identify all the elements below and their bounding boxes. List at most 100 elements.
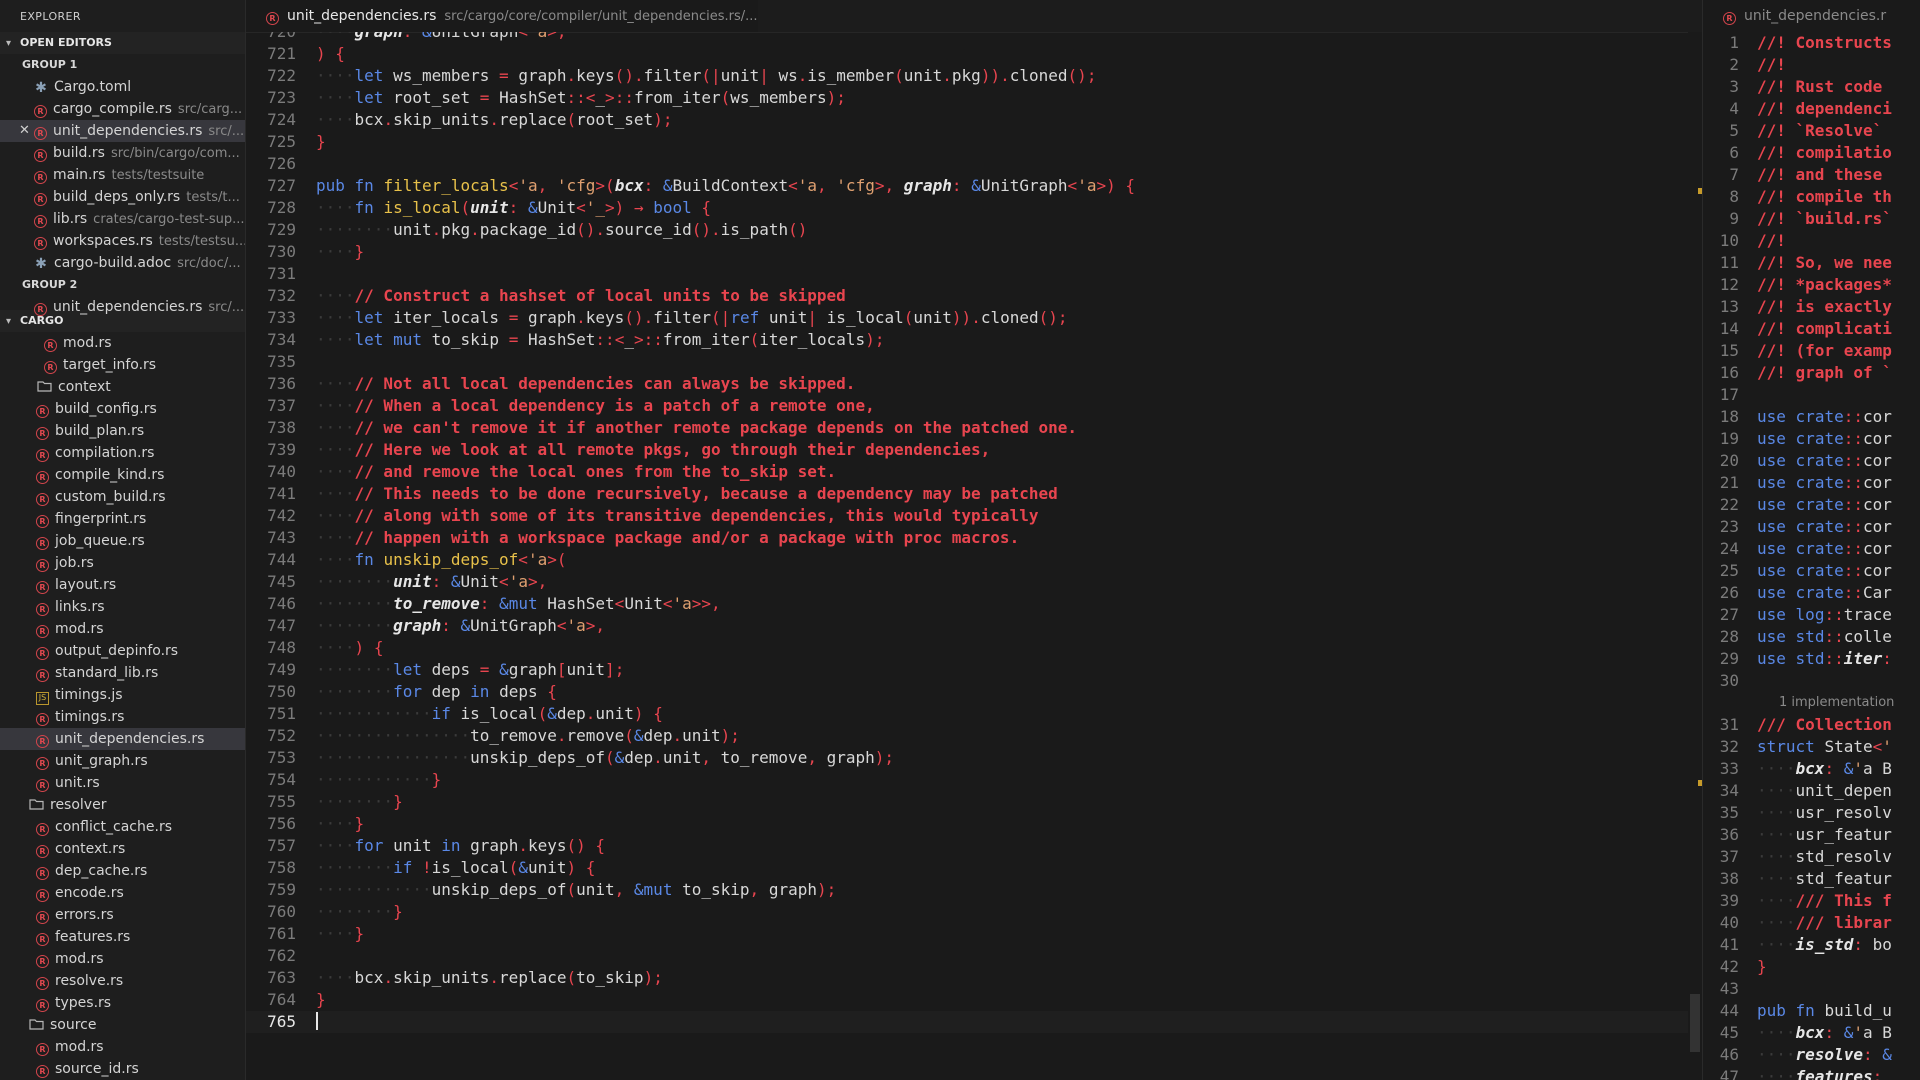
open-editor-item[interactable]: Rbuild.rs src/bin/cargo/com...	[0, 142, 245, 164]
code-line[interactable]: 764}	[246, 989, 1702, 1011]
code-line[interactable]: 9 //! `build.rs`	[1703, 208, 1920, 230]
code-line[interactable]: 42}	[1703, 956, 1920, 978]
tree-item[interactable]: Rcontext.rs	[0, 838, 245, 860]
code-line[interactable]: 30	[1703, 670, 1920, 692]
code-line[interactable]: 732 ····// Construct a hashset of local u…	[246, 285, 1702, 307]
code-line[interactable]: 727 pub fn filter_locals<'a, 'cfg>(bcx: &…	[246, 175, 1702, 197]
code-line[interactable]: 7 //! and these	[1703, 164, 1920, 186]
code-line[interactable]: 722 ····let ws_members = graph.keys().fil…	[246, 65, 1702, 87]
tree-item[interactable]: Rdep_cache.rs	[0, 860, 245, 882]
tree-item[interactable]: Rlinks.rs	[0, 596, 245, 618]
code-line[interactable]: 43	[1703, 978, 1920, 1000]
code-line[interactable]: 40 ····/// librar	[1703, 912, 1920, 934]
code-line[interactable]: 729 ········unit.pkg.package_id().source_…	[246, 219, 1702, 241]
tree-item[interactable]: context	[0, 376, 245, 398]
code-line[interactable]: 1 //! Constructs	[1703, 32, 1920, 54]
code-line[interactable]: 723 ····let root_set = HashSet::<_>::from…	[246, 87, 1702, 109]
code-line[interactable]: 8 //! compile th	[1703, 186, 1920, 208]
code-line[interactable]: 34 ····unit_depen	[1703, 780, 1920, 802]
code-line[interactable]: 12 //! *packages*	[1703, 274, 1920, 296]
code-line[interactable]: 24 use crate::cor	[1703, 538, 1920, 560]
code-line[interactable]: 26 use crate::Car	[1703, 582, 1920, 604]
code-line[interactable]: 45 ····bcx: &'a B	[1703, 1022, 1920, 1044]
open-editor-item[interactable]: Rlib.rs crates/cargo-test-sup...	[0, 208, 245, 230]
code-line[interactable]: 41 ····is_std: bo	[1703, 934, 1920, 956]
tree-item[interactable]: source	[0, 1014, 245, 1036]
code-line[interactable]: 23 use crate::cor	[1703, 516, 1920, 538]
code-line[interactable]: 16 //! graph of `	[1703, 362, 1920, 384]
code-line[interactable]: 22 use crate::cor	[1703, 494, 1920, 516]
code-line[interactable]: 32 struct State<'	[1703, 736, 1920, 758]
tree-item[interactable]: Rtarget_info.rs	[0, 354, 245, 376]
code-line[interactable]: 31 /// Collection	[1703, 714, 1920, 736]
tree-item[interactable]: Runit_dependencies.rs	[0, 728, 245, 750]
tree-item[interactable]: Rmod.rs	[0, 618, 245, 640]
close-icon[interactable]: ✕	[19, 120, 30, 142]
code-line[interactable]: 720····graph: &UnitGraph<'a>,	[246, 32, 1702, 43]
code-line[interactable]: 6 //! compilatio	[1703, 142, 1920, 164]
tree-item[interactable]: Rsource_id.rs	[0, 1058, 245, 1080]
tree-item[interactable]: Rfeatures.rs	[0, 926, 245, 948]
code-line[interactable]: 735	[246, 351, 1702, 373]
open-editor-item[interactable]: Rbuild_deps_only.rs tests/t...	[0, 186, 245, 208]
code-line[interactable]: 721) {	[246, 43, 1702, 65]
tree-item[interactable]: Runit.rs	[0, 772, 245, 794]
code-line[interactable]: 761 ····}	[246, 923, 1702, 945]
open-editor-item[interactable]: ✱ cargo-build.adoc src/doc/...	[0, 252, 245, 274]
tree-item[interactable]: Rbuild_plan.rs	[0, 420, 245, 442]
code-line[interactable]: 743 ····// happen with a workspace packag…	[246, 527, 1702, 549]
code-line[interactable]: 4 //! dependenci	[1703, 98, 1920, 120]
code-line[interactable]: 37 ····std_resolv	[1703, 846, 1920, 868]
code-line[interactable]: 38 ····std_featur	[1703, 868, 1920, 890]
tree-item[interactable]: Rcustom_build.rs	[0, 486, 245, 508]
scrollbar[interactable]	[1688, 32, 1702, 1080]
open-editor-item[interactable]: Rcargo_compile.rs src/carg...	[0, 98, 245, 120]
code-line[interactable]: 11 //! So, we nee	[1703, 252, 1920, 274]
tree-item[interactable]: Rtypes.rs	[0, 992, 245, 1014]
code-line[interactable]: 726	[246, 153, 1702, 175]
code-line[interactable]: 13 //! is exactly	[1703, 296, 1920, 318]
tree-item[interactable]: Rconflict_cache.rs	[0, 816, 245, 838]
code-line[interactable]: 745 ········unit: &Unit<'a>,	[246, 571, 1702, 593]
code-line[interactable]: 35 ····usr_resolv	[1703, 802, 1920, 824]
tree-item[interactable]: resolver	[0, 794, 245, 816]
code-line[interactable]: 748 ····) {	[246, 637, 1702, 659]
code-line[interactable]: 17	[1703, 384, 1920, 406]
code-line[interactable]: 740 ····// and remove the local ones from…	[246, 461, 1702, 483]
tree-item[interactable]: Rmod.rs	[0, 332, 245, 354]
code-line[interactable]: 725}	[246, 131, 1702, 153]
open-editor-item[interactable]: ✕ Runit_dependencies.rs src/...	[0, 120, 245, 142]
tree-item[interactable]: Runit_graph.rs	[0, 750, 245, 772]
code-line[interactable]: 752 ················to_remove. remove(&dep…	[246, 725, 1702, 747]
code-line[interactable]: 10 //!	[1703, 230, 1920, 252]
code-line[interactable]: 39 ····/// This f	[1703, 890, 1920, 912]
code-line[interactable]: 728 ····fn is_local(unit: &Unit<'_>) → bo…	[246, 197, 1702, 219]
tree-item[interactable]: Rtimings.rs	[0, 706, 245, 728]
code-line[interactable]: 733 ····let iter_locals = graph.keys().fi…	[246, 307, 1702, 329]
tree-item[interactable]: Rencode.rs	[0, 882, 245, 904]
open-editor-item[interactable]: ✱ Cargo.toml	[0, 76, 245, 98]
tree-item[interactable]: JS timings.js	[0, 684, 245, 706]
code-line[interactable]: 754 ············}	[246, 769, 1702, 791]
code-line[interactable]: 731	[246, 263, 1702, 285]
code-line[interactable]: 737 ····// When a local dependency is a p…	[246, 395, 1702, 417]
tree-item[interactable]: Rjob.rs	[0, 552, 245, 574]
code-line[interactable]: 46 ····resolve: &	[1703, 1044, 1920, 1066]
code-line[interactable]: 758 ········if !is_local(&unit) {	[246, 857, 1702, 879]
open-editor-item[interactable]: Rworkspaces.rs tests/testsu...	[0, 230, 245, 252]
tree-item[interactable]: Rerrors.rs	[0, 904, 245, 926]
tree-item[interactable]: Routput_depinfo.rs	[0, 640, 245, 662]
code-line[interactable]: 730 ····}	[246, 241, 1702, 263]
side-editor[interactable]: Runit_dependencies.r 1 //! Constructs 2 //!…	[1702, 0, 1920, 1080]
editor-tab-active[interactable]: Runit_dependencies.rs src/cargo/core/comp…	[246, 0, 758, 32]
code-area[interactable]: 720····graph: &UnitGraph<'a>,721) {722··…	[246, 32, 1702, 1080]
code-line[interactable]: 757 ····for unit in graph.keys() {	[246, 835, 1702, 857]
open-editor-item[interactable]: Rmain.rs tests/testsuite	[0, 164, 245, 186]
code-line[interactable]: 47 ····features:	[1703, 1066, 1920, 1080]
side-editor-tab[interactable]: Runit_dependencies.r	[1703, 0, 1920, 32]
code-line[interactable]: 750 ········for dep in deps {	[246, 681, 1702, 703]
code-line[interactable]: 760 ········}	[246, 901, 1702, 923]
code-line[interactable]: 762	[246, 945, 1702, 967]
code-line[interactable]: 19 use crate::cor	[1703, 428, 1920, 450]
tree-item[interactable]: Rcompilation.rs	[0, 442, 245, 464]
